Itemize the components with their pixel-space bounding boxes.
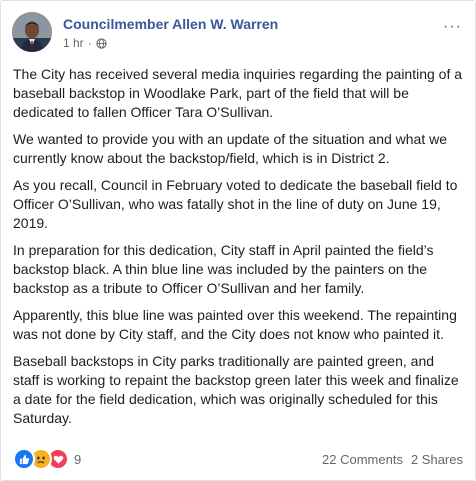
post-paragraph: The City has received several media inqu… [13, 66, 463, 120]
post-stats: 22 Comments 2 Shares [322, 452, 463, 467]
post-header: Councilmember Allen W. Warren 1 hr · ··· [12, 12, 464, 56]
avatar-photo-icon [12, 12, 52, 52]
more-options-icon[interactable]: ··· [443, 18, 462, 36]
post-paragraph: In preparation for this dedication, City… [13, 242, 434, 296]
post-paragraph: Baseball backstops in City parks traditi… [13, 353, 459, 426]
reaction-count[interactable]: 9 [74, 452, 81, 467]
post-body: The City has received several media inqu… [13, 65, 463, 436]
post-time[interactable]: 1 hr [63, 36, 84, 50]
shares-count-link[interactable]: 2 Shares [411, 452, 463, 467]
author-name[interactable]: Councilmember Allen W. Warren [63, 16, 278, 32]
post-footer: 9 22 Comments 2 Shares [13, 448, 463, 470]
facebook-post: Councilmember Allen W. Warren 1 hr · ···… [0, 0, 476, 481]
post-meta: 1 hr · [63, 36, 107, 50]
post-paragraph: Apparently, this blue line was painted o… [13, 307, 457, 342]
comments-count-link[interactable]: 22 Comments [322, 452, 403, 467]
reactions-summary[interactable]: 9 [13, 448, 81, 470]
author-avatar[interactable] [12, 12, 52, 52]
post-paragraph: As you recall, Council in February voted… [13, 177, 458, 231]
globe-icon[interactable] [96, 37, 107, 49]
meta-separator: · [87, 36, 92, 50]
like-icon [13, 448, 35, 470]
post-paragraph: We wanted to provide you with an update … [13, 131, 448, 166]
